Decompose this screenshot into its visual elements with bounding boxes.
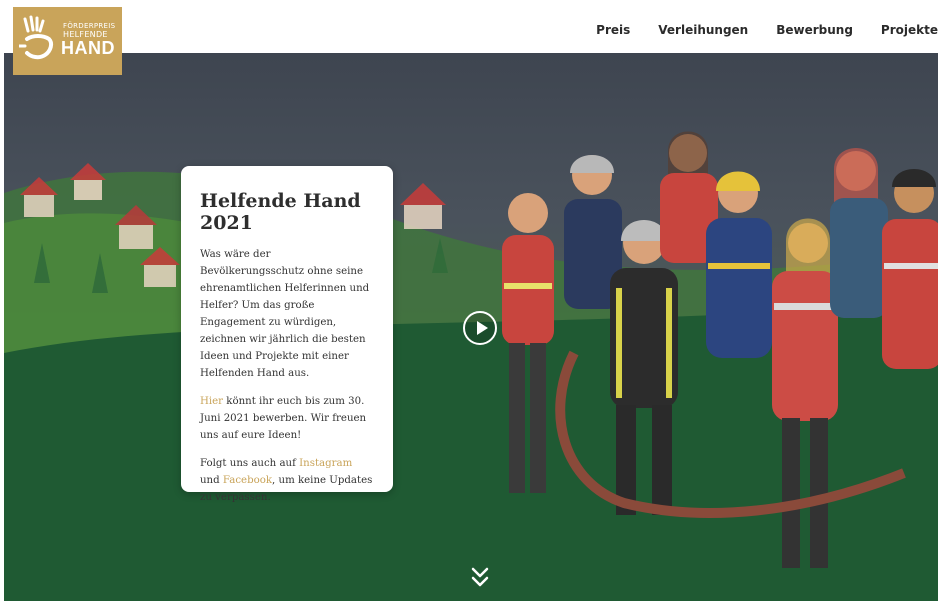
intro-card: Helfende Hand 2021 Was wäre der Bevölker… [181,166,393,503]
card-social-text: Folgt uns auch auf Instagram und Faceboo… [200,455,373,506]
instagram-link[interactable]: Instagram [299,458,352,469]
hand-icon [19,15,54,60]
header: Preis Verleihungen Bewerbung Projekte [0,0,938,53]
nav-item-projekte[interactable]: Projekte [881,23,938,37]
social-text-pre: Folgt uns auch auf [200,458,300,469]
chevron-double-down-icon[interactable] [470,566,490,590]
apply-text: könnt ihr euch bis zum 30. Juni 2021 bew… [200,396,367,441]
facebook-link[interactable]: Facebook [223,475,272,486]
social-text-mid: und [200,475,223,486]
card-title: Helfende Hand 2021 [200,190,361,234]
nav-item-bewerbung[interactable]: Bewerbung [776,23,853,37]
nav-item-verleihungen[interactable]: Verleihungen [658,23,748,37]
card-apply-text: Hier könnt ihr euch bis zum 30. Juni 202… [200,393,373,444]
logo-line-1: FÖRDERPREIS [63,22,116,30]
logo-line-3: HAND [61,38,115,58]
logo[interactable]: FÖRDERPREIS HELFENDE HAND [13,7,122,75]
play-button[interactable] [463,311,497,345]
hero-video[interactable] [4,53,938,601]
apply-link[interactable]: Hier [200,396,223,407]
nav-item-preis[interactable]: Preis [596,23,630,37]
main-nav: Preis Verleihungen Bewerbung Projekte [596,23,938,37]
card-intro-text: Was wäre der Bevölkerungsschutz ohne sei… [200,249,370,379]
